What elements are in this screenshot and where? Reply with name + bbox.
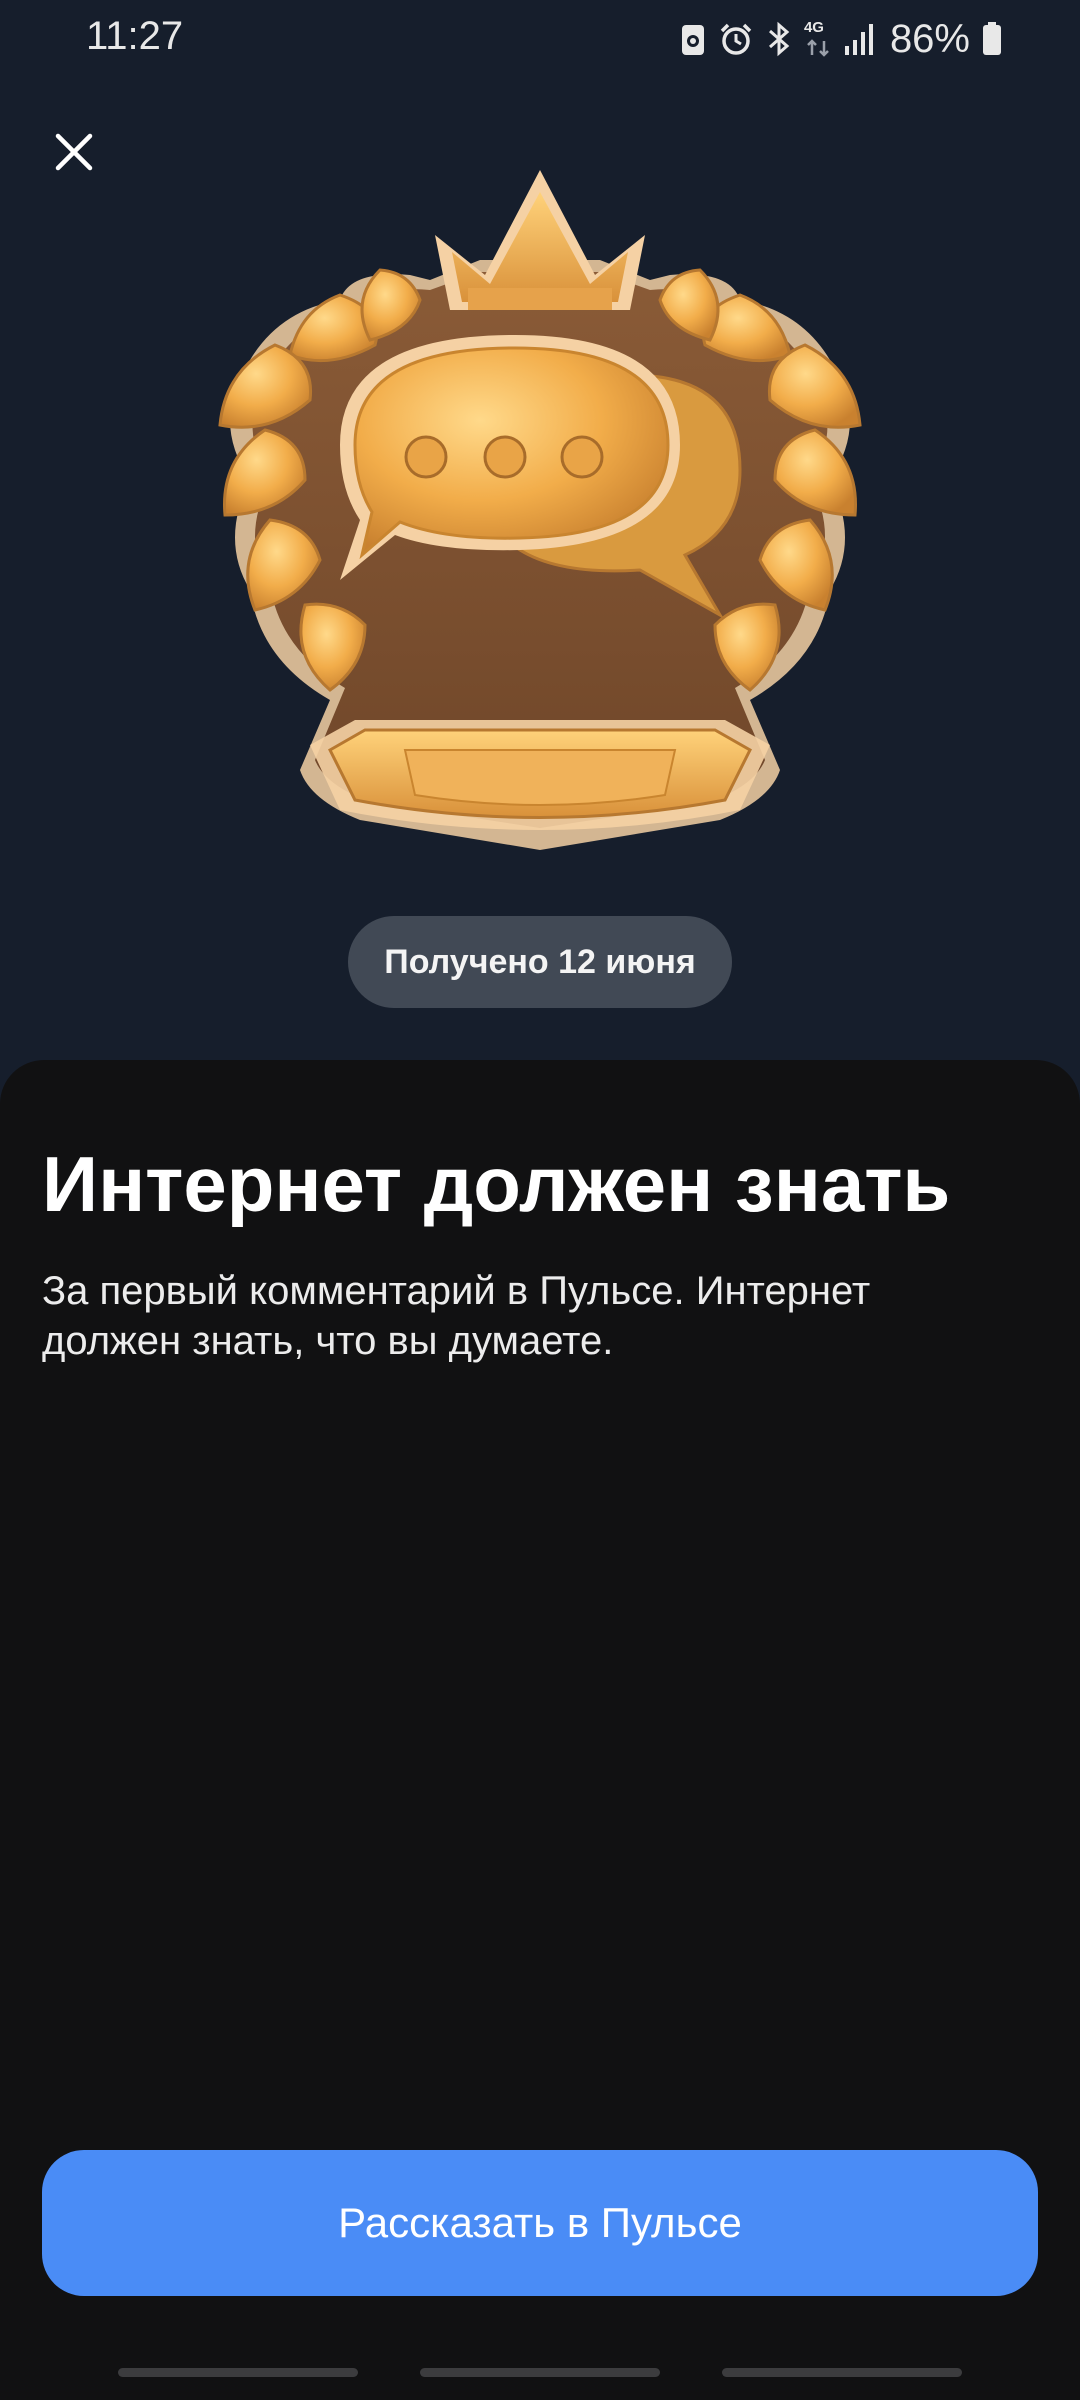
share-in-pulse-button[interactable]: Рассказать в Пульсе [42, 2150, 1038, 2296]
alarm-icon [720, 23, 752, 55]
network-4g-icon: 4G [804, 19, 832, 59]
status-bar: 11:27 4G 86% [0, 0, 1080, 80]
battery-icon [983, 22, 1001, 55]
close-button[interactable] [44, 122, 104, 182]
description-line-1: За первый комментарий в Пульсе. Интернет [42, 1269, 871, 1313]
photo-notification-icon [681, 25, 704, 55]
achievement-title: Интернет должен знать [42, 1140, 951, 1228]
status-time: 11:27 [86, 14, 184, 58]
nav-handle-left[interactable] [118, 2368, 358, 2377]
signal-icon [844, 24, 873, 55]
achievement-sheet: Интернет должен знать За первый коммента… [0, 1060, 1080, 2400]
nav-handle-center[interactable] [420, 2368, 660, 2377]
achievement-description: За первый комментарий в Пульсе. Интернет… [42, 1266, 1022, 1366]
nav-handle-right[interactable] [722, 2368, 962, 2377]
earned-date-badge: Получено 12 июня [348, 916, 732, 1008]
status-icons: 4G 86% [680, 14, 1002, 64]
network-type-label: 4G [803, 19, 824, 36]
description-line-2: должен знать, что вы думаете. [42, 1319, 614, 1363]
gesture-nav-bar [0, 2368, 1080, 2384]
bluetooth-icon [768, 21, 790, 57]
achievement-badge-icon [218, 170, 862, 850]
close-icon [55, 133, 93, 171]
battery-percent: 86% [889, 16, 970, 61]
